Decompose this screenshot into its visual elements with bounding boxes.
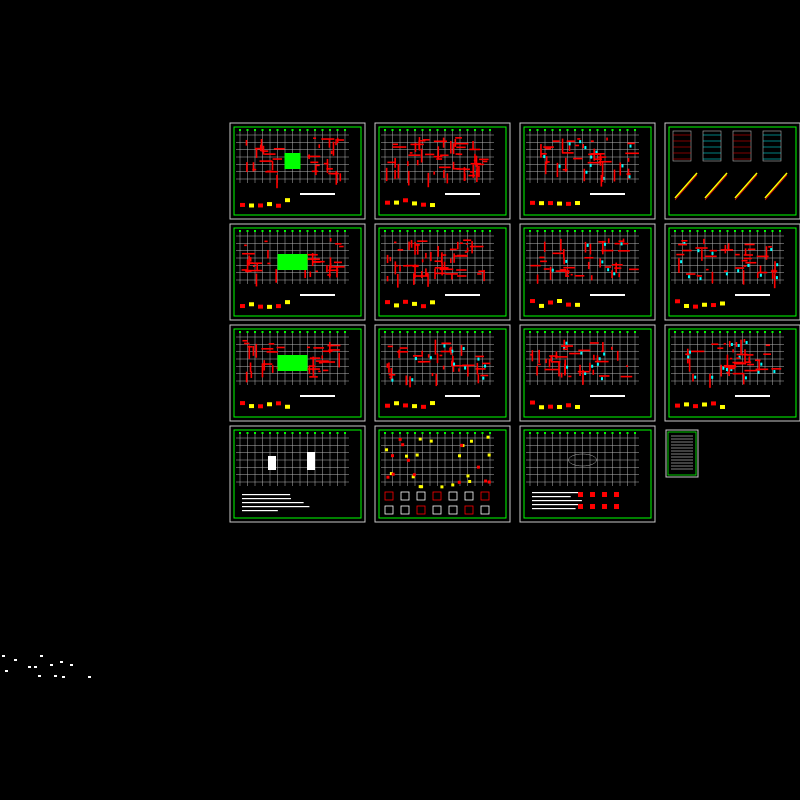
drawing-sheet-13[interactable] [229,425,366,523]
drawing-sheet-14[interactable] [374,425,511,523]
drawing-sheet-9[interactable] [229,324,366,422]
plan-view [236,432,349,486]
slab-area [284,153,301,169]
plan-view [381,129,494,188]
cad-drawing-canvas [2,122,800,678]
plan-view [236,230,349,287]
plan-view [526,432,639,486]
drawing-sheet-3[interactable] [519,122,656,220]
plan-view [526,331,639,385]
sheet-border [523,227,652,317]
slab-area [277,254,308,270]
drawing-index-table[interactable] [665,429,699,478]
drawing-sheet-1[interactable] [229,122,366,220]
plan-view [381,432,494,489]
sheet-frame [664,122,800,220]
plan-view [671,230,784,289]
plan-view [381,230,494,288]
plan-view [671,331,784,388]
plan-view [526,129,639,187]
plan-view [381,331,494,388]
plan-view [236,129,349,189]
sheet-border [378,429,507,519]
stray-notes [2,655,91,678]
sheet-border [233,328,362,418]
drawing-sheet-2[interactable] [374,122,511,220]
slab-area [277,355,308,371]
sheet-border [233,429,362,519]
drawing-sheet-10[interactable] [374,324,511,422]
drawing-sheet-6[interactable] [374,223,511,321]
drawing-sheet-11[interactable] [519,324,656,422]
drawing-sheet-4[interactable] [664,122,800,220]
drawing-sheet-8[interactable] [664,223,800,321]
plan-view [236,331,349,385]
drawing-sheet-5[interactable] [229,223,366,321]
sheet-border [523,328,652,418]
drawing-sheet-12[interactable] [664,324,800,422]
drawing-sheet-7[interactable] [519,223,656,321]
sheet-border [668,227,797,317]
sheet-border [668,126,797,216]
plan-view [526,230,639,284]
drawing-sheet-15[interactable] [519,425,656,523]
